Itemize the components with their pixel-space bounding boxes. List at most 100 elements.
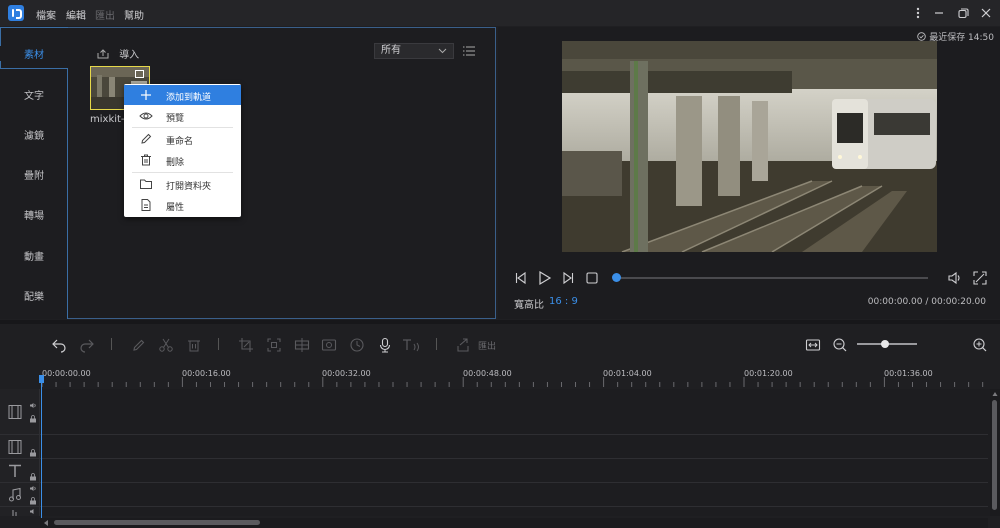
text-to-speech-icon[interactable] [402, 337, 419, 353]
close-icon[interactable] [979, 6, 993, 20]
context-menu-open-folder[interactable]: 打開資料夾 [124, 174, 241, 194]
duration-icon[interactable] [349, 337, 365, 353]
context-menu-delete[interactable]: 刪除 [124, 150, 241, 170]
context-menu-divider [132, 127, 233, 128]
text-icon [7, 463, 23, 479]
list-view-icon[interactable] [462, 44, 476, 58]
voiceover-icon [11, 509, 21, 516]
stop-icon[interactable] [585, 271, 599, 285]
vertical-scrollbar-thumb[interactable] [992, 400, 997, 510]
lock-icon[interactable] [29, 473, 37, 481]
sidebar-item-music[interactable]: 配樂 [0, 288, 68, 303]
context-menu-preview[interactable]: 預覽 [124, 106, 241, 126]
track-header [0, 483, 40, 506]
video-track[interactable] [0, 389, 988, 435]
text-track[interactable] [0, 459, 988, 483]
minimize-icon[interactable] [932, 6, 946, 20]
edit-icon[interactable] [131, 337, 147, 353]
sidebar-item-filters[interactable]: 濾鏡 [0, 127, 68, 142]
playhead-handle[interactable] [39, 375, 44, 383]
play-icon[interactable] [537, 270, 553, 286]
menu-file[interactable]: 檔案 [36, 7, 56, 22]
next-frame-icon[interactable] [561, 271, 575, 285]
speaker-icon[interactable] [29, 508, 37, 515]
folder-icon [139, 177, 153, 191]
import-label: 導入 [119, 50, 140, 61]
sidebar-item-transitions[interactable]: 轉場 [0, 207, 68, 222]
timeline-tracks[interactable] [0, 389, 990, 516]
scroll-left-icon[interactable] [43, 519, 49, 527]
video-preview[interactable] [562, 41, 937, 252]
mosaic-icon[interactable] [266, 337, 282, 353]
voiceover-track[interactable] [0, 507, 988, 516]
crop-icon[interactable] [238, 337, 254, 353]
more-options-icon[interactable] [911, 6, 925, 20]
pencil-icon [139, 132, 153, 146]
scroll-up-icon[interactable] [992, 391, 998, 397]
restore-icon[interactable] [956, 6, 970, 20]
media-filter-select[interactable]: 所有 [374, 43, 454, 59]
overlay-track[interactable] [0, 435, 988, 459]
context-menu-label: 重命名 [166, 137, 194, 147]
microphone-icon[interactable] [377, 337, 393, 353]
eye-icon [139, 109, 153, 123]
speaker-icon[interactable] [29, 402, 37, 409]
horizontal-scrollbar-thumb[interactable] [54, 520, 260, 525]
fit-timeline-icon[interactable] [805, 337, 821, 353]
plus-icon [139, 88, 153, 102]
ruler-label: 00:00:48.00 [463, 369, 512, 378]
lock-icon[interactable] [29, 415, 37, 423]
speaker-icon[interactable] [29, 485, 37, 492]
time-readout: 00:00:00.00 / 00:00:20.00 [867, 297, 986, 307]
film-icon [7, 404, 23, 420]
music-track[interactable] [0, 483, 988, 507]
import-icon [96, 48, 110, 60]
playback-progress-handle[interactable] [612, 273, 621, 282]
playhead[interactable] [41, 376, 42, 520]
context-menu-label: 預覽 [166, 114, 185, 124]
context-menu-properties[interactable]: 屬性 [124, 195, 241, 215]
lock-icon[interactable] [29, 449, 37, 457]
context-menu: 添加到軌道 預覽 重命名 刪除 打開資料夾 屬性 [124, 84, 241, 217]
app-logo-icon [8, 5, 24, 21]
export-icon[interactable] [455, 337, 471, 353]
volume-icon[interactable] [947, 270, 963, 286]
chevron-down-icon [438, 44, 447, 58]
lock-icon[interactable] [29, 497, 37, 505]
playback-progress-bar[interactable] [616, 277, 928, 279]
aspect-ratio-label: 寬高比 [514, 300, 544, 311]
delete-icon[interactable] [186, 337, 202, 353]
export-label[interactable]: 匯出 [478, 339, 496, 352]
redo-icon[interactable] [79, 337, 95, 353]
overlay-film-icon [7, 439, 23, 455]
split-screen-icon[interactable] [294, 337, 310, 353]
sidebar-item-text[interactable]: 文字 [0, 87, 68, 102]
sidebar-item-animations[interactable]: 動畫 [0, 248, 68, 263]
menu-help[interactable]: 幫助 [124, 7, 144, 22]
ruler-label: 00:00:32.00 [322, 369, 371, 378]
track-header [0, 389, 40, 434]
sidebar-item-overlays[interactable]: 疊附 [0, 167, 68, 182]
context-menu-label: 添加到軌道 [166, 93, 212, 103]
toolbar-separator [111, 338, 112, 350]
context-menu-rename[interactable]: 重命名 [124, 129, 241, 149]
context-menu-add-to-track[interactable]: 添加到軌道 [124, 85, 241, 105]
sidebar-item-media[interactable]: 素材 [0, 46, 68, 61]
freeze-frame-icon[interactable] [321, 337, 337, 353]
fullscreen-icon[interactable] [972, 270, 988, 286]
undo-icon[interactable] [51, 337, 67, 353]
aspect-ratio-value[interactable]: 16 : 9 [549, 296, 578, 307]
zoom-slider-handle[interactable] [881, 340, 889, 348]
import-button[interactable]: 導入 [96, 46, 140, 61]
cut-icon[interactable] [158, 337, 174, 353]
previous-frame-icon[interactable] [514, 271, 528, 285]
context-menu-label: 刪除 [166, 158, 185, 168]
context-menu-divider [132, 172, 233, 173]
track-header [0, 459, 40, 482]
menu-export[interactable]: 匯出 [95, 7, 115, 22]
save-status-text: 最近保存 14:50 [929, 33, 994, 43]
menu-edit[interactable]: 編輯 [66, 7, 86, 22]
zoom-out-icon[interactable] [832, 337, 848, 353]
toolbar-separator [218, 338, 219, 350]
zoom-in-icon[interactable] [972, 337, 988, 353]
